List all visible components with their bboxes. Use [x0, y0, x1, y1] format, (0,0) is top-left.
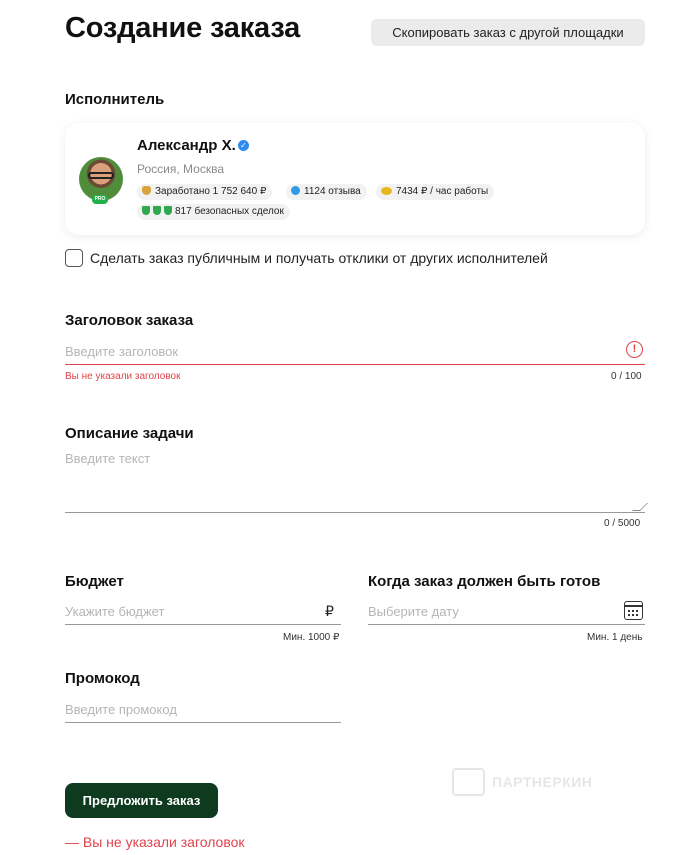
- avatar-glasses: [88, 172, 114, 179]
- deadline-hint: Мин. 1 день: [587, 632, 643, 643]
- earned-stat: Заработано 1 752 640 ₽: [137, 184, 273, 200]
- budget-input[interactable]: [65, 599, 341, 625]
- watermark-text: ПАРТНЕРКИН: [492, 774, 593, 790]
- description-counter: 0 / 5000: [604, 518, 641, 529]
- title-counter: 0 / 100: [611, 371, 642, 382]
- title-error-text: Вы не указали заголовок: [65, 371, 181, 382]
- earned-stat-text: Заработано 1 752 640 ₽: [155, 186, 267, 197]
- executor-section-label: Исполнитель: [65, 91, 165, 108]
- shield-icon: [142, 206, 150, 215]
- title-input[interactable]: [65, 338, 645, 365]
- description-textarea[interactable]: [65, 451, 645, 513]
- executor-name[interactable]: Александр Х.: [137, 137, 236, 154]
- executor-card[interactable]: PRO Александр Х. ✓ Россия, Москва Зарабо…: [65, 123, 645, 235]
- reviews-stat[interactable]: 1124 отзыва: [286, 184, 367, 200]
- public-order-label[interactable]: Сделать заказ публичным и получать откли…: [90, 250, 548, 266]
- description-field-label: Описание задачи: [65, 425, 194, 442]
- chat-bubble-icon: [291, 186, 300, 195]
- coin-bag-icon: [142, 186, 151, 195]
- coins-icon: [381, 187, 392, 195]
- budget-hint: Мин. 1000 ₽: [283, 632, 340, 643]
- shield-icon: [164, 206, 172, 215]
- public-order-checkbox[interactable]: [65, 249, 83, 267]
- watermark-logo-icon: [452, 768, 485, 796]
- form-error-text: — Вы не указали заголовок: [65, 834, 245, 850]
- title-field-label: Заголовок заказа: [65, 312, 194, 329]
- copy-order-button[interactable]: Скопировать заказ с другой площадки: [371, 19, 645, 46]
- promo-field-label: Промокод: [65, 670, 140, 687]
- budget-field-label: Бюджет: [65, 573, 124, 590]
- calendar-icon[interactable]: [624, 601, 643, 620]
- rate-stat: 7434 ₽ / час работы: [376, 184, 495, 200]
- deadline-input[interactable]: [368, 599, 645, 625]
- page-title: Создание заказа: [65, 12, 301, 44]
- rate-stat-text: 7434 ₽ / час работы: [396, 186, 489, 197]
- promo-input[interactable]: [65, 696, 341, 723]
- pro-badge: PRO: [92, 195, 108, 204]
- verified-icon: ✓: [238, 140, 249, 151]
- error-icon: !: [626, 341, 643, 358]
- shield-icon: [153, 206, 161, 215]
- deals-stat: 817 безопасных сделок: [137, 204, 290, 220]
- ruble-icon: ₽: [325, 603, 334, 619]
- executor-location: Россия, Москва: [137, 162, 224, 176]
- reviews-stat-text: 1124 отзыва: [304, 186, 361, 197]
- deals-stat-text: 817 безопасных сделок: [175, 206, 284, 217]
- submit-order-button[interactable]: Предложить заказ: [65, 783, 218, 818]
- deadline-field-label: Когда заказ должен быть готов: [368, 573, 601, 590]
